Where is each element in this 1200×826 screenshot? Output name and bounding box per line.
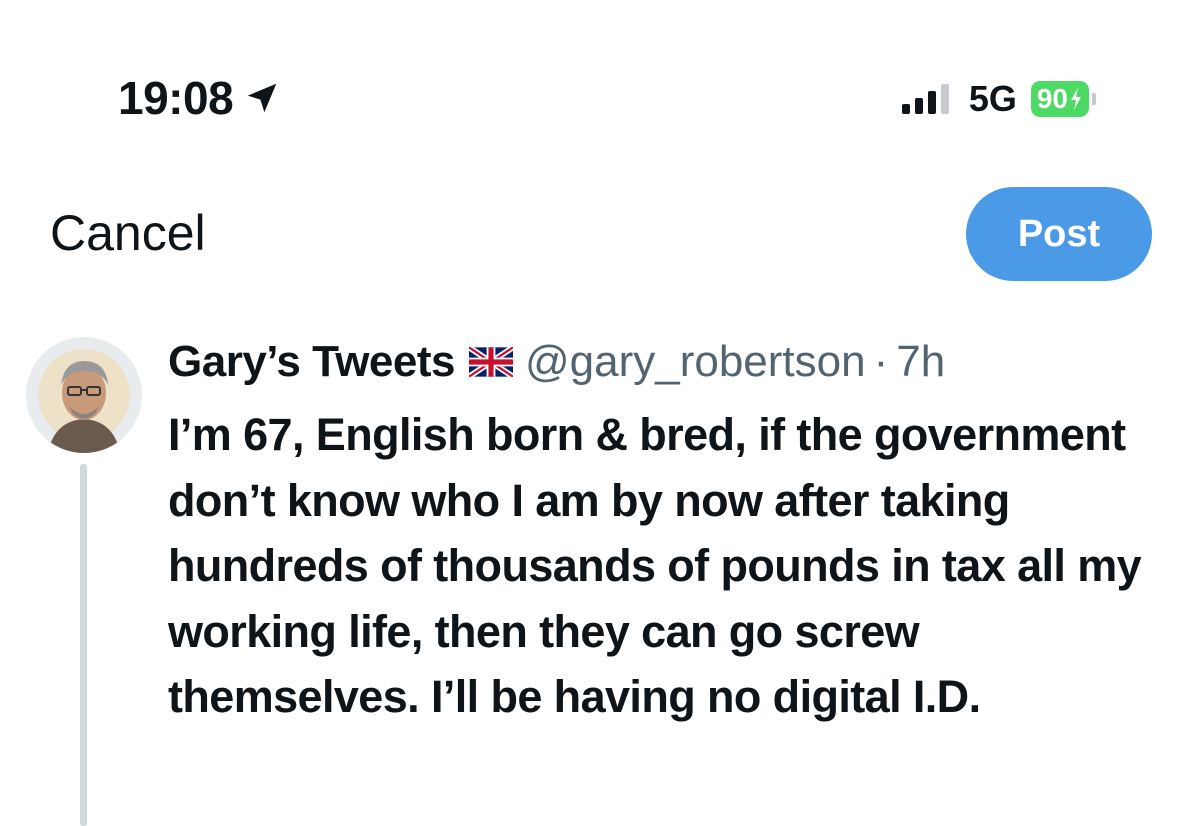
status-indicators: 5G 90 (901, 78, 1096, 120)
tweet-text: I’m 67, English born & bred, if the gove… (168, 409, 1142, 722)
avatar[interactable] (26, 337, 142, 453)
separator-dot: · (873, 337, 889, 386)
avatar-portrait (26, 337, 142, 453)
tweet-header: Gary’s Tweets @gary_robertson · 7h (168, 334, 1168, 390)
signal-bars-icon (901, 84, 949, 114)
compose-reply-screen: 19:08 5G 90 Cancel Post Gary’s Tweets @g… (0, 0, 1200, 826)
battery-level: 90 (1036, 83, 1068, 114)
status-time-text: 19:08 (118, 72, 234, 124)
charging-bolt-icon (1071, 88, 1081, 110)
battery-nub (1092, 93, 1096, 105)
user-handle[interactable]: @gary_robertson (525, 334, 866, 390)
status-time: 19:08 (118, 70, 281, 126)
tweet-timestamp[interactable]: 7h (896, 334, 945, 390)
battery-charging-icon: 90 (1030, 81, 1096, 117)
thread-line (80, 464, 87, 826)
uk-flag-icon (468, 347, 513, 377)
location-arrow-icon (247, 83, 277, 113)
display-name[interactable]: Gary’s Tweets (168, 334, 455, 390)
network-type: 5G (968, 78, 1017, 119)
cancel-button[interactable]: Cancel (50, 205, 206, 261)
post-button[interactable]: Post (966, 187, 1152, 281)
